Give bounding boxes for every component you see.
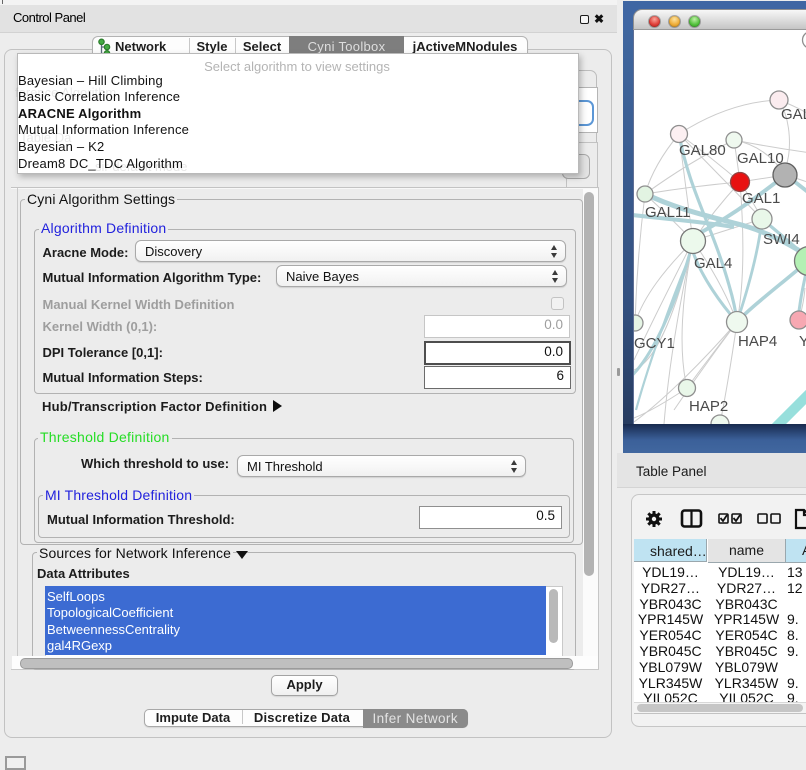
svg-text:HAP2: HAP2 bbox=[689, 398, 728, 415]
svg-text:GAL: GAL bbox=[781, 106, 806, 123]
svg-text:GCY1: GCY1 bbox=[634, 335, 675, 352]
svg-text:GAL80: GAL80 bbox=[679, 142, 726, 159]
svg-text:GAL1: GAL1 bbox=[742, 190, 780, 207]
svg-text:GAL10: GAL10 bbox=[737, 150, 784, 167]
svg-text:GAL11: GAL11 bbox=[645, 204, 691, 221]
svg-text:HAP4: HAP4 bbox=[738, 333, 777, 350]
svg-text:GAL4: GAL4 bbox=[694, 255, 732, 272]
svg-text:Y: Y bbox=[799, 333, 806, 350]
svg-text:SWI4: SWI4 bbox=[763, 231, 800, 248]
